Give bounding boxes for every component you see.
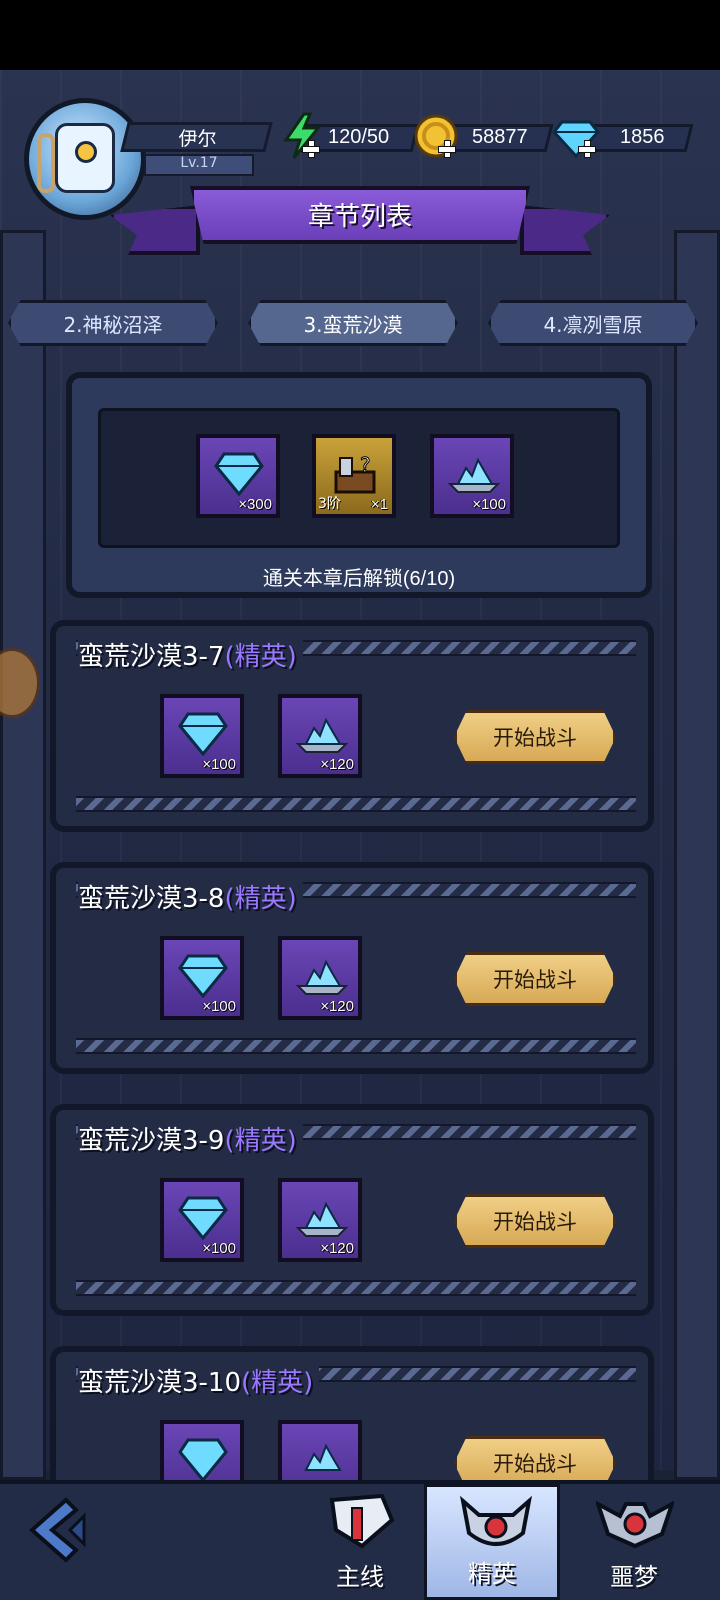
add-gold-icon[interactable] (438, 140, 456, 158)
stage-name: 蛮荒沙漠3-7 (78, 642, 225, 672)
reward-qty: ×300 (238, 496, 272, 513)
reward-qty: ×100 (472, 496, 506, 513)
crystal-shards-icon (295, 717, 349, 753)
stage-reward-diamond[interactable]: ×100 (160, 1178, 244, 1262)
vine-decoration (76, 1038, 636, 1054)
nav-tab-mainline[interactable]: 主线 (292, 1484, 428, 1600)
player-level: Lv.17 (180, 155, 218, 171)
vine-decoration (76, 1280, 636, 1296)
avatar-eye (75, 141, 97, 163)
stage-reward-crystal[interactable]: ×120 (278, 936, 362, 1020)
mainline-icon (329, 1493, 395, 1549)
add-gem-icon[interactable] (578, 140, 596, 158)
reward-qty: ×100 (202, 998, 236, 1015)
elite-demon-icon (459, 1495, 533, 1546)
right-pillar (674, 230, 720, 1480)
start-battle-button[interactable]: 开始战斗 (454, 952, 616, 1006)
tab-chapter-4[interactable]: 4.凛冽雪原 (488, 300, 698, 346)
crystal-shards-icon (295, 959, 349, 995)
add-energy-icon[interactable] (302, 140, 320, 158)
back-arrow-icon[interactable] (18, 1490, 98, 1570)
vine-decoration (76, 796, 636, 812)
stage-name: 蛮荒沙漠3-9 (78, 1126, 225, 1156)
avatar[interactable] (24, 98, 146, 220)
reward-tier: 3阶 (318, 496, 341, 512)
reward-diamond[interactable]: ×300 (196, 434, 280, 518)
unlock-progress: 通关本章后解锁(6/10) (262, 568, 456, 590)
stage-name: 蛮荒沙漠3-8 (78, 884, 225, 914)
stage-card: 蛮荒沙漠3-9(精英) ×100 ×120 开始战斗 (50, 1104, 654, 1316)
mystery-chest-icon: ? (334, 453, 376, 494)
reward-qty: ×120 (320, 756, 354, 773)
gold-resource[interactable]: 58877 (412, 114, 554, 158)
stage-name: 蛮荒沙漠3-10 (78, 1368, 242, 1398)
reward-qty: ×100 (202, 756, 236, 773)
gem-resource[interactable]: 1856 (552, 118, 694, 159)
reward-crystal-shards[interactable]: ×100 (430, 434, 514, 518)
stage-card: 蛮荒沙漠3-8(精英) ×100 ×120 开始战斗 (50, 862, 654, 1074)
left-pillar (0, 230, 46, 1480)
crystal-shards-icon (447, 457, 501, 493)
elite-tag: (精英) (224, 642, 297, 672)
diamond-icon (178, 712, 228, 756)
start-battle-button[interactable]: 开始战斗 (454, 710, 616, 764)
stage-reward-crystal[interactable]: ×120 (278, 694, 362, 778)
nav-label: 精英 (468, 1560, 516, 1588)
tab-chapter-3[interactable]: 3.蛮荒沙漠 (248, 300, 458, 346)
svg-text:?: ? (360, 453, 371, 477)
stage-title: 蛮荒沙漠3-7(精英) (78, 636, 303, 673)
elite-tag: (精英) (224, 1126, 297, 1156)
stage-title: 蛮荒沙漠3-10(精英) (78, 1362, 320, 1399)
stage-title: 蛮荒沙漠3-8(精英) (78, 878, 303, 915)
tab-label: 4.凛冽雪原 (543, 312, 643, 337)
stage-title: 蛮荒沙漠3-9(精英) (78, 1120, 303, 1157)
player-name: 伊尔 (178, 129, 217, 150)
avatar-tube (37, 133, 55, 193)
elite-tag: (精英) (224, 884, 297, 914)
diamond-icon (178, 1438, 228, 1482)
nav-tab-nightmare[interactable]: 噩梦 (566, 1484, 702, 1600)
stage-reward-crystal[interactable]: ×120 (278, 1178, 362, 1262)
gem-value: 1856 (620, 126, 665, 148)
crystal-shards-icon (295, 1201, 349, 1237)
reward-qty: ×1 (370, 496, 388, 513)
reward-mystery-chest[interactable]: ? 3阶 ×1 (312, 434, 396, 518)
reward-qty: ×100 (202, 1240, 236, 1257)
energy-value: 120/50 (328, 126, 390, 148)
tab-label: 3.蛮荒沙漠 (303, 312, 403, 337)
diamond-icon (178, 954, 228, 998)
stage-reward-diamond[interactable]: ×100 (160, 936, 244, 1020)
start-battle-button[interactable]: 开始战斗 (454, 1194, 616, 1248)
nav-label: 噩梦 (610, 1563, 658, 1591)
elite-tag: (精英) (241, 1368, 314, 1398)
nav-label: 主线 (336, 1563, 384, 1591)
status-bar (0, 0, 720, 70)
energy-resource[interactable]: 120/50 (278, 112, 420, 159)
nightmare-bat-icon (596, 1500, 674, 1549)
reward-qty: ×120 (320, 998, 354, 1015)
tab-chapter-2[interactable]: 2.神秘沼泽 (8, 300, 218, 346)
stage-card: 蛮荒沙漠3-7(精英) ×100 ×120 开始战斗 (50, 620, 654, 832)
tab-label: 2.神秘沼泽 (63, 312, 163, 337)
gold-value: 58877 (472, 126, 528, 148)
stage-reward-diamond[interactable]: ×100 (160, 694, 244, 778)
reward-qty: ×120 (320, 1240, 354, 1257)
diamond-icon (214, 452, 264, 496)
crystal-shards-icon (304, 1443, 342, 1471)
diamond-icon (178, 1196, 228, 1240)
page-title: 章节列表 (307, 202, 412, 232)
nav-tab-elite[interactable]: 精英 (424, 1484, 560, 1600)
